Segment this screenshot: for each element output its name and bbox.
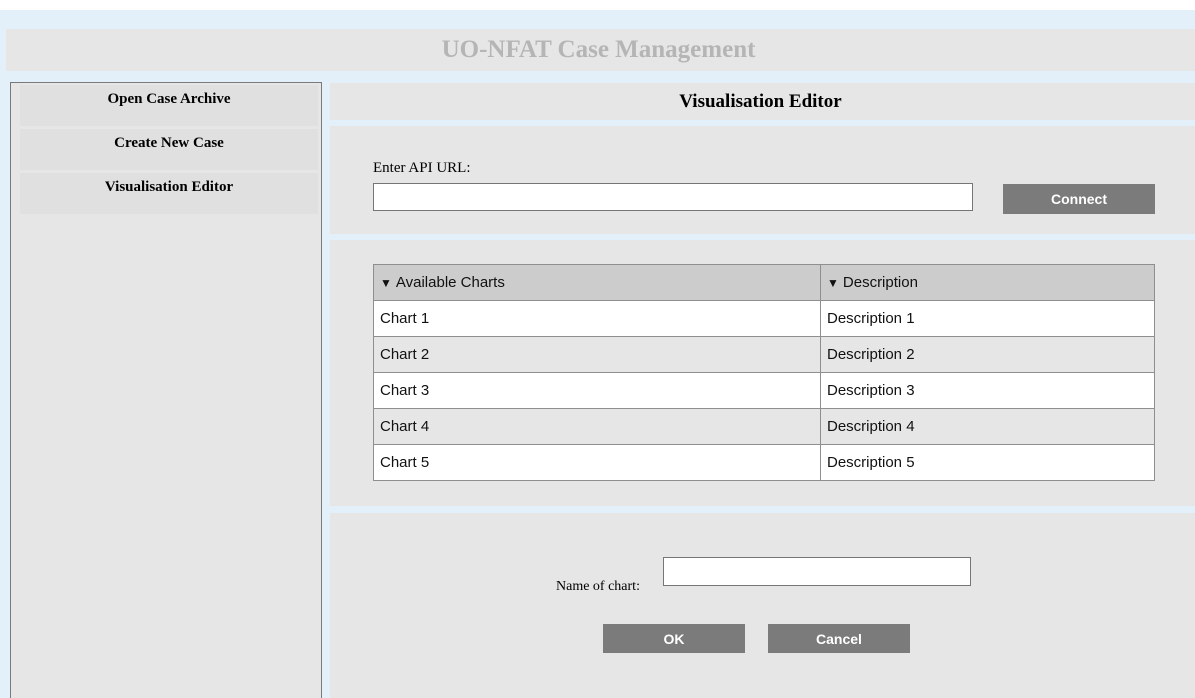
chart-description-cell: Description 4 xyxy=(820,408,1155,445)
caret-down-icon: ▼ xyxy=(827,276,839,290)
page-title: Visualisation Editor xyxy=(679,90,842,112)
ok-button[interactable]: OK xyxy=(603,624,745,653)
connect-button[interactable]: Connect xyxy=(1003,184,1155,214)
column-header-description[interactable]: ▼ Description xyxy=(820,264,1155,301)
column-header-available-charts[interactable]: ▼ Available Charts xyxy=(373,264,821,301)
editor-title-panel: Visualisation Editor xyxy=(330,83,1195,120)
chart-name-cell: Chart 1 xyxy=(373,300,821,337)
column-header-label: Description xyxy=(842,274,918,291)
sidebar-item-open-case-archive[interactable]: Open Case Archive xyxy=(20,85,318,126)
chart-name-cell: Chart 5 xyxy=(373,444,821,481)
cancel-button[interactable]: Cancel xyxy=(768,624,910,653)
chart-name-input[interactable] xyxy=(663,557,971,586)
table-row[interactable]: Chart 5 Description 5 xyxy=(373,444,1155,481)
app-header: UO-NFAT Case Management xyxy=(6,29,1195,71)
sidebar-item-label: Create New Case xyxy=(114,135,224,151)
charts-table: ▼ Available Charts ▼ Description Chart 1 D… xyxy=(373,264,1155,481)
app-title: UO-NFAT Case Management xyxy=(441,36,756,63)
sidebar-item-label: Open Case Archive xyxy=(107,91,231,107)
app-window: UO-NFAT Case Management Open Case Archiv… xyxy=(0,0,1195,698)
chart-description-cell: Description 5 xyxy=(820,444,1155,481)
table-row[interactable]: Chart 3 Description 3 xyxy=(373,372,1155,409)
chart-description-cell: Description 3 xyxy=(820,372,1155,409)
chart-name-cell: Chart 2 xyxy=(373,336,821,373)
chart-description-cell: Description 1 xyxy=(820,300,1155,337)
sidebar: Open Case Archive Create New Case Visual… xyxy=(10,82,322,698)
table-row[interactable]: Chart 1 Description 1 xyxy=(373,300,1155,337)
charts-table-panel: ▼ Available Charts ▼ Description Chart 1 D… xyxy=(330,240,1195,506)
chart-name-cell: Chart 4 xyxy=(373,408,821,445)
chart-description-cell: Description 2 xyxy=(820,336,1155,373)
api-url-label: Enter API URL: xyxy=(373,160,471,176)
sidebar-item-create-new-case[interactable]: Create New Case xyxy=(20,129,318,170)
caret-down-icon: ▼ xyxy=(380,276,392,290)
sidebar-item-label: Visualisation Editor xyxy=(104,179,234,195)
table-row[interactable]: Chart 4 Description 4 xyxy=(373,408,1155,445)
api-panel: Enter API URL: Connect xyxy=(330,126,1195,234)
sidebar-item-visualisation-editor[interactable]: Visualisation Editor xyxy=(20,173,318,214)
table-row[interactable]: Chart 2 Description 2 xyxy=(373,336,1155,373)
chart-name-label: Name of chart: xyxy=(556,579,640,594)
chart-name-panel: Name of chart: OK Cancel xyxy=(330,513,1195,698)
column-header-label: Available Charts xyxy=(395,274,505,291)
chart-name-cell: Chart 3 xyxy=(373,372,821,409)
table-header-row: ▼ Available Charts ▼ Description xyxy=(373,264,1155,301)
api-url-input[interactable] xyxy=(373,183,973,211)
